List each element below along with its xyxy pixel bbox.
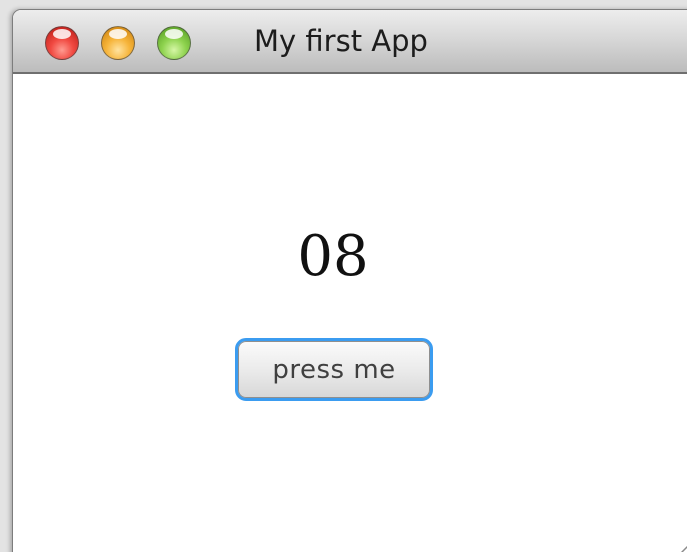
title-bar[interactable]: My first App (13, 10, 687, 74)
zoom-window-button[interactable] (157, 26, 191, 60)
close-window-button[interactable] (45, 26, 79, 60)
press-me-button[interactable]: press me (235, 338, 433, 401)
counter-display: 08 (297, 224, 369, 289)
minimize-window-button[interactable] (101, 26, 135, 60)
resize-grip-icon[interactable] (663, 515, 687, 552)
window-title: My first App (254, 24, 428, 58)
app-window: My first App 08 press me (12, 9, 687, 552)
